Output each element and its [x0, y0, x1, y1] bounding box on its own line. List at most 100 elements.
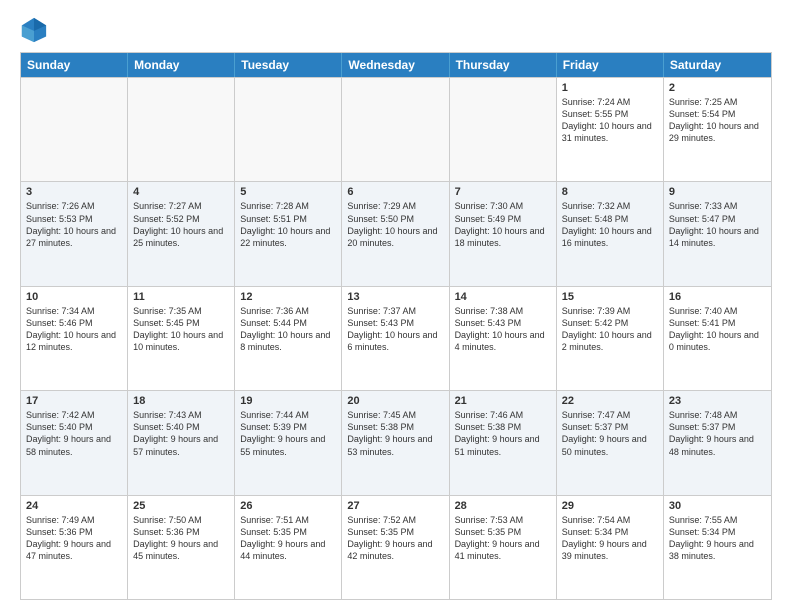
day-header-friday: Friday [557, 53, 664, 77]
day-number: 12 [240, 291, 336, 303]
cell-info: Sunrise: 7:55 AMSunset: 5:34 PMDaylight:… [669, 514, 766, 563]
cell-info: Sunrise: 7:51 AMSunset: 5:35 PMDaylight:… [240, 514, 336, 563]
day-number: 18 [133, 395, 229, 407]
day-number: 20 [347, 395, 443, 407]
day-number: 2 [669, 82, 766, 94]
day-number: 13 [347, 291, 443, 303]
day-number: 8 [562, 186, 658, 198]
day-header-tuesday: Tuesday [235, 53, 342, 77]
day-number: 4 [133, 186, 229, 198]
cell-info: Sunrise: 7:34 AMSunset: 5:46 PMDaylight:… [26, 305, 122, 354]
cal-cell: 14Sunrise: 7:38 AMSunset: 5:43 PMDayligh… [450, 287, 557, 390]
cal-cell: 8 Sunrise: 7:32 AMSunset: 5:48 PMDaylight… [557, 182, 664, 285]
cell-info: Sunrise: 7:39 AMSunset: 5:42 PMDaylight:… [562, 305, 658, 354]
cell-info: Sunrise: 7:48 AMSunset: 5:37 PMDaylight:… [669, 409, 766, 458]
day-number: 29 [562, 500, 658, 512]
day-number: 9 [669, 186, 766, 198]
day-number: 30 [669, 500, 766, 512]
cal-cell [21, 78, 128, 181]
cal-cell: 13 Sunrise: 7:37 AMSunset: 5:43 PMDayligh… [342, 287, 449, 390]
cal-cell: 7 Sunrise: 7:30 AMSunset: 5:49 PMDaylight… [450, 182, 557, 285]
day-number: 5 [240, 186, 336, 198]
logo [20, 16, 52, 44]
day-number: 10 [26, 291, 122, 303]
day-number: 23 [669, 395, 766, 407]
day-number: 7 [455, 186, 551, 198]
cal-cell: 10 Sunrise: 7:34 AMSunset: 5:46 PMDayligh… [21, 287, 128, 390]
day-number: 21 [455, 395, 551, 407]
calendar-header: SundayMondayTuesdayWednesdayThursdayFrid… [21, 53, 771, 77]
cal-cell: 18 Sunrise: 7:43 AMSunset: 5:40 PMDayligh… [128, 391, 235, 494]
cal-cell: 9Sunrise: 7:33 AMSunset: 5:47 PMDaylight… [664, 182, 771, 285]
cal-cell: 6Sunrise: 7:29 AMSunset: 5:50 PMDaylight… [342, 182, 449, 285]
cal-cell: 22Sunrise: 7:47 AMSunset: 5:37 PMDayligh… [557, 391, 664, 494]
cell-info: Sunrise: 7:43 AMSunset: 5:40 PMDaylight:… [133, 409, 229, 458]
week-row-1: 1 Sunrise: 7:24 AMSunset: 5:55 PMDaylight… [21, 77, 771, 181]
cell-info: Sunrise: 7:26 AMSunset: 5:53 PMDaylight:… [26, 200, 122, 249]
cal-cell: 3 Sunrise: 7:26 AMSunset: 5:53 PMDaylight… [21, 182, 128, 285]
cell-info: Sunrise: 7:47 AMSunset: 5:37 PMDaylight:… [562, 409, 658, 458]
cell-info: Sunrise: 7:35 AMSunset: 5:45 PMDaylight:… [133, 305, 229, 354]
calendar-body: 1 Sunrise: 7:24 AMSunset: 5:55 PMDaylight… [21, 77, 771, 599]
cal-cell [450, 78, 557, 181]
cell-info: Sunrise: 7:29 AMSunset: 5:50 PMDaylight:… [347, 200, 443, 249]
cell-info: Sunrise: 7:37 AMSunset: 5:43 PMDaylight:… [347, 305, 443, 354]
page: SundayMondayTuesdayWednesdayThursdayFrid… [0, 0, 792, 612]
cal-cell: 15 Sunrise: 7:39 AMSunset: 5:42 PMDayligh… [557, 287, 664, 390]
cal-cell: 11 Sunrise: 7:35 AMSunset: 5:45 PMDayligh… [128, 287, 235, 390]
cal-cell: 21 Sunrise: 7:46 AMSunset: 5:38 PMDayligh… [450, 391, 557, 494]
day-number: 3 [26, 186, 122, 198]
day-header-thursday: Thursday [450, 53, 557, 77]
day-number: 25 [133, 500, 229, 512]
day-number: 15 [562, 291, 658, 303]
cal-cell: 19 Sunrise: 7:44 AMSunset: 5:39 PMDayligh… [235, 391, 342, 494]
cal-cell: 23 Sunrise: 7:48 AMSunset: 5:37 PMDayligh… [664, 391, 771, 494]
header [20, 16, 772, 44]
logo-icon [20, 16, 48, 44]
day-number: 11 [133, 291, 229, 303]
cal-cell: 2 Sunrise: 7:25 AMSunset: 5:54 PMDaylight… [664, 78, 771, 181]
cal-cell [235, 78, 342, 181]
cal-cell: 30 Sunrise: 7:55 AMSunset: 5:34 PMDayligh… [664, 496, 771, 599]
cell-info: Sunrise: 7:44 AMSunset: 5:39 PMDaylight:… [240, 409, 336, 458]
cell-info: Sunrise: 7:24 AMSunset: 5:55 PMDaylight:… [562, 96, 658, 145]
week-row-4: 17 Sunrise: 7:42 AMSunset: 5:40 PMDayligh… [21, 390, 771, 494]
cell-info: Sunrise: 7:28 AMSunset: 5:51 PMDaylight:… [240, 200, 336, 249]
cal-cell: 20 Sunrise: 7:45 AMSunset: 5:38 PMDayligh… [342, 391, 449, 494]
cal-cell: 17 Sunrise: 7:42 AMSunset: 5:40 PMDayligh… [21, 391, 128, 494]
cell-info: Sunrise: 7:52 AMSunset: 5:35 PMDaylight:… [347, 514, 443, 563]
cell-info: Sunrise: 7:25 AMSunset: 5:54 PMDaylight:… [669, 96, 766, 145]
cell-info: Sunrise: 7:32 AMSunset: 5:48 PMDaylight:… [562, 200, 658, 249]
cell-info: Sunrise: 7:30 AMSunset: 5:49 PMDaylight:… [455, 200, 551, 249]
cell-info: Sunrise: 7:54 AMSunset: 5:34 PMDaylight:… [562, 514, 658, 563]
cal-cell: 26 Sunrise: 7:51 AMSunset: 5:35 PMDayligh… [235, 496, 342, 599]
day-number: 19 [240, 395, 336, 407]
cal-cell: 1 Sunrise: 7:24 AMSunset: 5:55 PMDaylight… [557, 78, 664, 181]
cal-cell: 5 Sunrise: 7:28 AMSunset: 5:51 PMDaylight… [235, 182, 342, 285]
cell-info: Sunrise: 7:46 AMSunset: 5:38 PMDaylight:… [455, 409, 551, 458]
cal-cell: 28Sunrise: 7:53 AMSunset: 5:35 PMDayligh… [450, 496, 557, 599]
cell-info: Sunrise: 7:50 AMSunset: 5:36 PMDaylight:… [133, 514, 229, 563]
cell-info: Sunrise: 7:27 AMSunset: 5:52 PMDaylight:… [133, 200, 229, 249]
cal-cell: 24Sunrise: 7:49 AMSunset: 5:36 PMDayligh… [21, 496, 128, 599]
week-row-2: 3 Sunrise: 7:26 AMSunset: 5:53 PMDaylight… [21, 181, 771, 285]
cal-cell: 16Sunrise: 7:40 AMSunset: 5:41 PMDayligh… [664, 287, 771, 390]
day-number: 26 [240, 500, 336, 512]
day-header-monday: Monday [128, 53, 235, 77]
day-number: 1 [562, 82, 658, 94]
day-number: 17 [26, 395, 122, 407]
day-header-saturday: Saturday [664, 53, 771, 77]
cell-info: Sunrise: 7:53 AMSunset: 5:35 PMDaylight:… [455, 514, 551, 563]
cal-cell: 4 Sunrise: 7:27 AMSunset: 5:52 PMDaylight… [128, 182, 235, 285]
day-header-wednesday: Wednesday [342, 53, 449, 77]
cal-cell: 25 Sunrise: 7:50 AMSunset: 5:36 PMDayligh… [128, 496, 235, 599]
cal-cell: 12Sunrise: 7:36 AMSunset: 5:44 PMDayligh… [235, 287, 342, 390]
week-row-5: 24Sunrise: 7:49 AMSunset: 5:36 PMDayligh… [21, 495, 771, 599]
cell-info: Sunrise: 7:42 AMSunset: 5:40 PMDaylight:… [26, 409, 122, 458]
cell-info: Sunrise: 7:45 AMSunset: 5:38 PMDaylight:… [347, 409, 443, 458]
day-number: 27 [347, 500, 443, 512]
cal-cell: 27 Sunrise: 7:52 AMSunset: 5:35 PMDayligh… [342, 496, 449, 599]
day-number: 24 [26, 500, 122, 512]
day-number: 14 [455, 291, 551, 303]
cell-info: Sunrise: 7:40 AMSunset: 5:41 PMDaylight:… [669, 305, 766, 354]
